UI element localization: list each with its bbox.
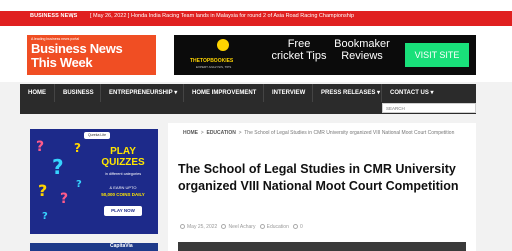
- nav-press-releases[interactable]: PRESS RELEASES ▾: [321, 84, 380, 102]
- nav-home-improvement[interactable]: HOME IMPROVEMENT: [192, 84, 256, 102]
- ad-headline: PLAY QUIZZES: [96, 146, 150, 168]
- article-comments[interactable]: 0: [300, 224, 303, 230]
- breadcrumb-home[interactable]: HOME: [183, 130, 198, 136]
- user-icon: [221, 224, 227, 229]
- sidebar-ad-2-text: CapitaVia: [110, 243, 133, 249]
- question-mark-icon: ?: [60, 191, 69, 207]
- ad-categories: in different categories: [104, 172, 142, 176]
- calendar-icon: [180, 224, 185, 229]
- header-ad-banner[interactable]: THETOPBOOKIES EXPERT ANALYSIS, TIPS Free…: [174, 35, 476, 75]
- ad-brand: THETOPBOOKIES: [190, 58, 234, 64]
- nav-divider: [100, 84, 101, 102]
- ticker-headline-text: Honda India Racing Team lands in Malaysi…: [130, 13, 355, 19]
- article-panel: HOME > EDUCATION > The School of Legal S…: [168, 123, 476, 251]
- breadcrumb-separator: >: [200, 130, 204, 136]
- logo-line-1: Business News: [31, 41, 123, 56]
- ad-earn: & EARN UPTO: [109, 185, 137, 190]
- article-date: May 25, 2022: [187, 224, 218, 230]
- breadcrumb-current: The School of Legal Studies in CMR Unive…: [244, 130, 455, 136]
- search-input[interactable]: [382, 103, 476, 113]
- main-nav: HOME BUSINESS ENTREPRENEURSHIP ▾ HOME IM…: [20, 84, 476, 102]
- ad-headline-line-1: PLAY: [110, 146, 136, 157]
- breadcrumb: HOME > EDUCATION > The School of Legal S…: [183, 130, 473, 137]
- nav-business[interactable]: BUSINESS: [63, 84, 94, 102]
- ad-headline-line-2: QUIZZES: [101, 156, 145, 168]
- ad-text-bookmaker-reviews: Bookmaker Reviews: [334, 38, 390, 63]
- nav-divider: [312, 84, 313, 102]
- nav-contact-us[interactable]: CONTACT US ▾: [390, 84, 434, 102]
- comment-icon: [293, 224, 299, 229]
- question-mark-icon: ?: [36, 139, 45, 155]
- nav-divider: [263, 84, 264, 102]
- site-header: A leading business news portal Business …: [0, 26, 512, 82]
- nav-divider: [54, 84, 55, 102]
- sidebar-quiz-ad[interactable]: ? ? ? ? ? ? ? Qureka Lite PLAY QUIZZES i…: [30, 129, 158, 234]
- site-logo[interactable]: A leading business news portal Business …: [27, 35, 156, 75]
- qureka-badge: Qureka Lite: [84, 132, 110, 139]
- ad-text-cricket-tips: Free cricket Tips: [271, 38, 327, 63]
- ad-brand-sub: EXPERT ANALYSIS, TIPS: [196, 65, 232, 69]
- cricket-ball-icon: [217, 39, 229, 51]
- ad-coins: 50,000 COINS DAILY: [101, 192, 145, 197]
- article-category[interactable]: Education: [267, 224, 289, 230]
- search-row: [20, 102, 476, 114]
- question-mark-icon: ?: [42, 211, 48, 222]
- ticker-headline[interactable]: [ May 26, 2022 ] Honda India Racing Team…: [90, 13, 354, 19]
- nav-interview[interactable]: INTERVIEW: [272, 84, 305, 102]
- nav-divider: [381, 84, 382, 102]
- play-now-button[interactable]: PLAY NOW: [104, 206, 142, 216]
- ticker-label: BUSINESS NEWS: [30, 13, 78, 19]
- article-author[interactable]: Neel Achary: [228, 224, 255, 230]
- ticker-separator: |: [72, 13, 74, 19]
- nav-home[interactable]: HOME: [28, 84, 46, 102]
- folder-icon: [259, 224, 265, 229]
- nav-entrepreneurship[interactable]: ENTREPRENEURSHIP ▾: [109, 84, 177, 102]
- logo-line-2: This Week: [31, 55, 93, 70]
- sidebar-ad-2[interactable]: CapitaVia: [30, 243, 158, 251]
- article-featured-image: [178, 242, 466, 251]
- nav-divider: [183, 84, 184, 102]
- article-meta: May 25, 2022 Neel Achary Education 0: [180, 224, 303, 230]
- question-mark-icon: ?: [52, 155, 64, 179]
- ticker-date: [ May 26, 2022 ]: [90, 13, 130, 19]
- article-title: The School of Legal Studies in CMR Unive…: [178, 162, 459, 193]
- question-mark-icon: ?: [76, 179, 82, 190]
- breadcrumb-category[interactable]: EDUCATION: [206, 130, 235, 136]
- breadcrumb-separator: >: [238, 130, 242, 136]
- visit-site-button[interactable]: VISIT SITE: [405, 43, 469, 67]
- question-mark-icon: ?: [38, 181, 48, 200]
- question-mark-icon: ?: [74, 141, 81, 155]
